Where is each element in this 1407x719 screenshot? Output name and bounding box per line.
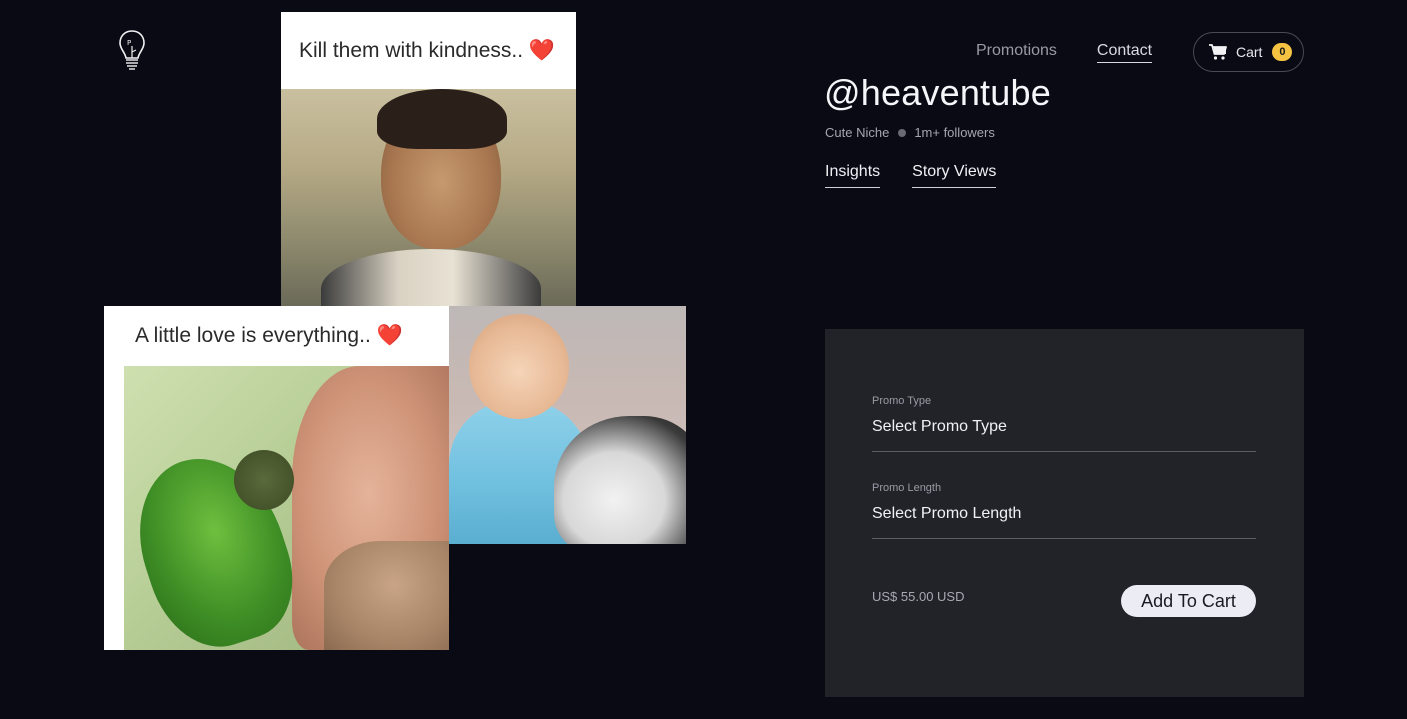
top-nav: Promotions Contact Cart 0: [976, 32, 1304, 72]
smiling-man-photo: [281, 89, 576, 306]
purchase-panel: Promo Type Select Promo Type Promo Lengt…: [825, 329, 1304, 697]
promo-length-select[interactable]: Promo Length Select Promo Length: [872, 482, 1256, 539]
cart-button[interactable]: Cart 0: [1193, 32, 1304, 72]
promo-type-label: Promo Type: [872, 395, 932, 407]
promo-type-select[interactable]: Promo Type Select Promo Type: [872, 395, 1256, 452]
meme-image-kindness: Kill them with kindness.. ❤️: [281, 12, 576, 306]
cart-label: Cart: [1236, 44, 1263, 60]
separator-dot-icon: [898, 128, 907, 137]
lightbulb-logo-icon[interactable]: P: [116, 28, 148, 76]
tab-insights[interactable]: Insights: [825, 163, 881, 188]
page-title: @heaventube: [824, 72, 1051, 113]
page: P Promotions Contact Cart 0 Kill them wi…: [0, 0, 1407, 719]
add-to-cart-button[interactable]: Add To Cart: [1121, 585, 1256, 617]
meme-image-love: A little love is everything.. ❤️: [104, 306, 449, 650]
nav-contact-link[interactable]: Contact: [1096, 42, 1153, 63]
nav-promotions-link[interactable]: Promotions: [976, 42, 1057, 62]
tab-story-views[interactable]: Story Views: [912, 163, 997, 188]
shopping-cart-icon: [1208, 43, 1228, 61]
profile-meta: Cute Niche 1m+ followers: [825, 125, 995, 140]
price-label: US$ 55.00 USD: [872, 589, 965, 604]
promo-type-value[interactable]: Select Promo Type: [872, 418, 1256, 451]
niche-label: Cute Niche: [825, 125, 890, 140]
profile-tabs: Insights Story Views: [825, 163, 1028, 188]
svg-text:P: P: [127, 39, 131, 47]
promo-length-value[interactable]: Select Promo Length: [872, 505, 1256, 538]
baby-with-dog-photo: [449, 306, 686, 544]
meme-caption: Kill them with kindness.. ❤️: [281, 12, 576, 89]
man-with-parrot-photo: [118, 366, 449, 650]
followers-count: 1m+ followers: [914, 125, 995, 140]
cart-count-badge: 0: [1272, 43, 1293, 61]
meme-caption: A little love is everything.. ❤️: [104, 306, 449, 366]
promo-length-label: Promo Length: [872, 482, 942, 494]
